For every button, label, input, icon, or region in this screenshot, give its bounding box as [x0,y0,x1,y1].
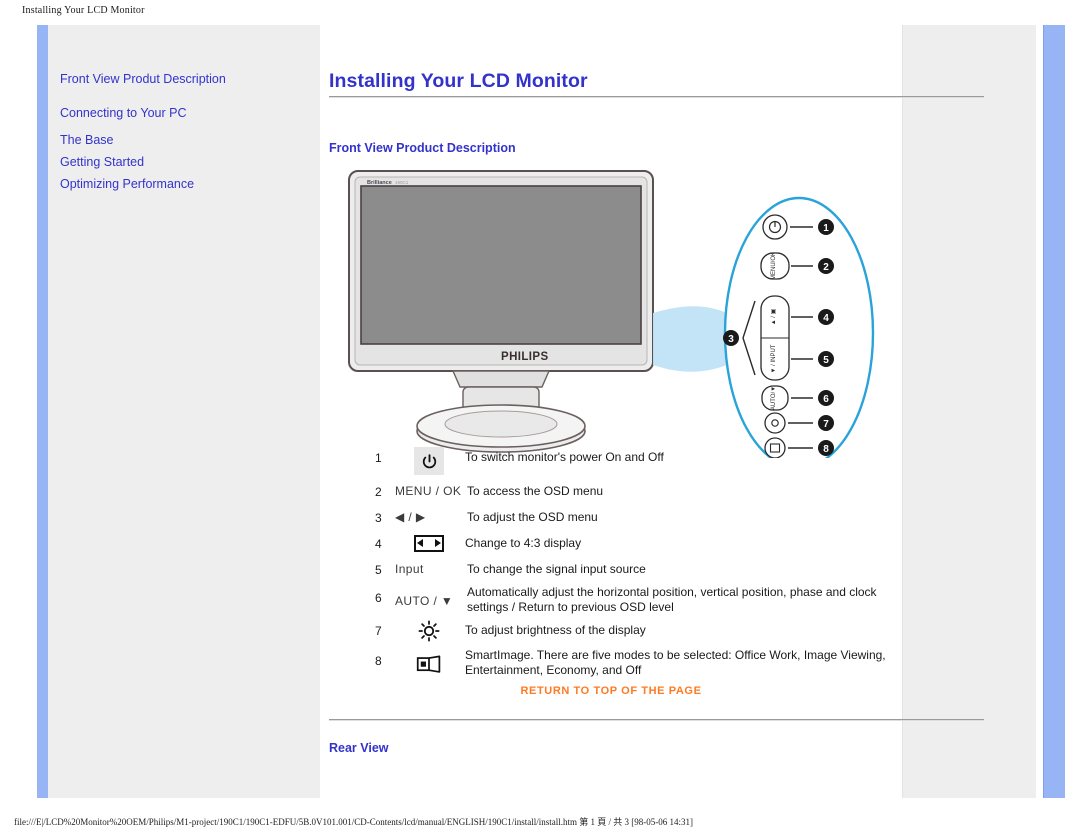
page-root: Installing Your LCD Monitor Front View P… [0,0,1080,834]
print-header-title: Installing Your LCD Monitor [22,5,145,16]
svg-text:▲ / ▣: ▲ / ▣ [771,308,777,325]
sidebar-item-getting-started[interactable]: Getting Started [60,155,310,169]
legend-description: To adjust brightness of the display [465,623,646,637]
sidebar-item-the-base[interactable]: The Base [60,133,310,147]
legend-row: 3 ◀ / ▶ To adjust the OSD menu [375,505,905,527]
callout-wedge [653,306,727,372]
svg-text:7: 7 [823,419,829,430]
legend-icon-cell [393,646,465,676]
sidebar: Front View Produt Description Connecting… [48,25,321,798]
svg-text:AUTO/▼: AUTO/▼ [771,386,777,410]
svg-text:3: 3 [728,334,734,345]
callout-ellipse [723,196,875,458]
section-heading-rear-view: Rear View [329,741,389,755]
legend-number: 7 [375,624,382,638]
svg-text:2: 2 [823,262,829,273]
legend-number: 5 [375,563,382,577]
auto-icon: AUTO / ▼ [395,594,454,608]
svg-text:6: 6 [823,394,829,405]
monitor-illustration: Brilliance 190C1 PHILIPS 1 MENU/OK 2 ▲ /… [348,170,875,458]
footer-file-path: file:///E|/LCD%20Monitor%20OEM/Philips/M… [14,817,694,827]
legend-number: 4 [375,537,382,551]
legend-number: 3 [375,511,382,525]
brightness-icon [418,620,440,642]
menu-ok-icon: MENU / OK [395,484,462,498]
svg-text:190C1: 190C1 [395,180,409,185]
legend-icon-cell [393,618,465,642]
smartimage-icon [416,655,441,673]
legend-number: 2 [375,485,382,499]
left-right-arrows-icon: ◀ / ▶ [395,510,426,524]
input-icon: Input [395,562,424,576]
right-frame-separator [1036,25,1043,798]
legend-number: 6 [375,591,382,605]
right-frame-bar [1043,25,1065,798]
legend-row: 8 SmartImage. There are five modes to be… [375,646,905,677]
legend-description: SmartImage. There are five modes to be s… [465,648,886,677]
legend-icon-cell [393,445,465,475]
legend-description: To adjust the OSD menu [467,510,598,524]
sidebar-item-optimizing-performance[interactable]: Optimizing Performance [60,177,310,191]
legend-row: 6 AUTO / ▼ Automatically adjust the hori… [375,583,905,614]
sidebar-item-connecting-pc[interactable]: Connecting to Your PC [60,106,310,120]
svg-text:4: 4 [823,313,829,324]
content-pane: Installing Your LCD Monitor Front View P… [320,25,984,798]
aspect-ratio-icon [414,534,444,552]
page-title: Installing Your LCD Monitor [329,70,588,92]
legend-row: 4 Change to 4:3 display [375,531,905,553]
return-to-top-link[interactable]: RETURN TO TOP OF THE PAGE [320,685,902,697]
legend-description: To change the signal input source [467,562,646,576]
svg-text:5: 5 [823,355,829,366]
control-legend-table: 1 To switch monitor's power On and Off 2… [375,445,905,681]
title-divider [329,96,984,98]
legend-number: 1 [375,451,382,465]
legend-row: 7 To adjust brightness of the display [375,618,905,642]
left-frame-bar [37,25,48,798]
svg-text:MENU/OK: MENU/OK [771,252,777,280]
legend-description: Change to 4:3 display [465,536,582,550]
monitor-brand-logo: PHILIPS [501,351,549,363]
svg-text:▼ / INPUT: ▼ / INPUT [771,344,777,373]
legend-row: 1 To switch monitor's power On and Off [375,445,905,475]
legend-number: 8 [375,654,382,668]
legend-row: 5 Input To change the signal input sourc… [375,557,905,579]
legend-description: Automatically adjust the horizontal posi… [467,585,877,614]
legend-description: To access the OSD menu [467,484,604,498]
monitor-brand-small: Brilliance [367,180,392,186]
svg-text:1: 1 [823,223,829,234]
right-frame-panel [902,25,1037,798]
legend-icon-cell [393,531,465,553]
power-icon [414,447,444,475]
section-divider [329,719,984,721]
legend-row: 2 MENU / OK To access the OSD menu [375,479,905,501]
sidebar-nav: Front View Produt Description Connecting… [60,72,310,191]
legend-description: To switch monitor's power On and Off [465,450,664,464]
sidebar-item-front-view[interactable]: Front View Produt Description [60,72,310,86]
